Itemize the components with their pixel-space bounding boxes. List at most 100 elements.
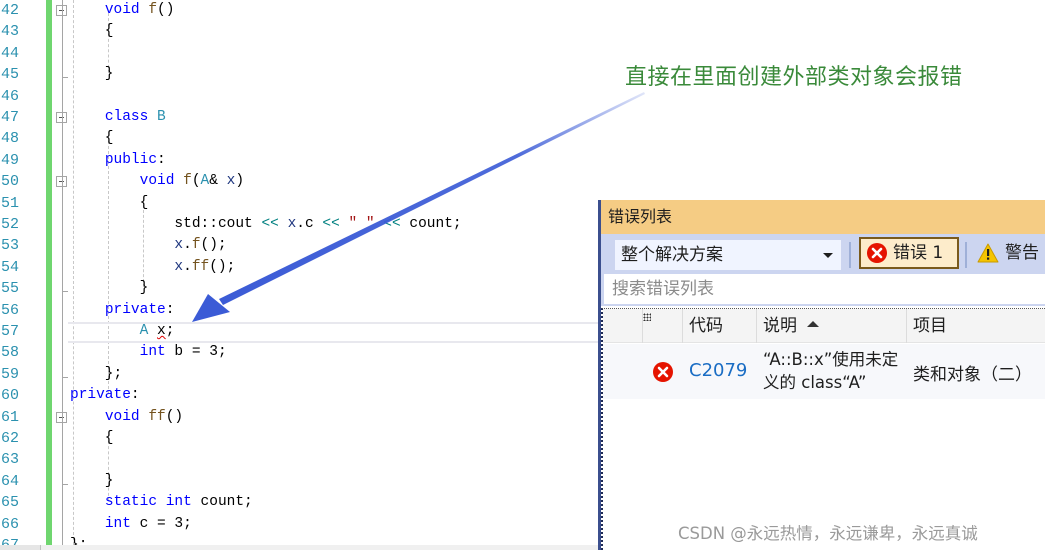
code-line[interactable]: void ff() (70, 407, 183, 428)
code-token: void (139, 173, 175, 190)
code-token: c = 3; (130, 515, 192, 532)
code-token: count; (400, 216, 462, 232)
scrollbar-thumb[interactable] (40, 545, 598, 550)
scope-dropdown[interactable]: 整个解决方案 (615, 240, 841, 270)
search-error-list-input[interactable]: 搜索错误列表 (601, 274, 1045, 306)
error-icon (653, 362, 673, 382)
code-line[interactable]: { (70, 193, 149, 214)
code-token: A (200, 173, 210, 190)
code-token: void (104, 408, 140, 425)
code-token: } (70, 472, 114, 489)
code-token: b = 3; (165, 344, 227, 361)
line-number: 44 (1, 44, 20, 62)
header-description[interactable]: 说明 (757, 309, 907, 343)
code-line[interactable]: public: (70, 150, 166, 171)
horizontal-scrollbar[interactable] (0, 545, 598, 550)
code-line[interactable]: int c = 3; (70, 514, 192, 535)
header-description-label: 说明 (763, 316, 797, 336)
header-severity-col[interactable] (603, 309, 643, 343)
description-line-2: 义的 class“A” (763, 373, 867, 392)
code-token: : (165, 301, 175, 318)
code-token: public (104, 151, 158, 168)
code-token: () (165, 408, 184, 425)
code-token: ff (191, 258, 210, 275)
warning-icon (977, 243, 999, 263)
warnings-filter-toggle[interactable]: 警告 (975, 237, 1039, 269)
code-line[interactable]: x.f(); (70, 235, 226, 256)
line-number: 55 (1, 280, 20, 298)
code-line[interactable]: A x; (70, 321, 175, 342)
annotation-label: 直接在里面创建外部类对象会报错 (625, 65, 963, 90)
code-line[interactable]: static int count; (70, 492, 253, 513)
change-tracking-bar (46, 0, 52, 550)
code-line[interactable]: x.ff(); (70, 257, 235, 278)
error-row[interactable]: C2079 “A::B::x”使用未定 义的 class“A” 类和对象（二） (603, 344, 1045, 399)
panel-title: 错误列表 (601, 200, 1045, 234)
line-number: 56 (1, 301, 20, 319)
code-line[interactable]: private: (70, 300, 175, 321)
code-line[interactable]: } (70, 471, 114, 492)
code-token: B (157, 109, 166, 125)
errors-filter-toggle[interactable]: 错误 1 (859, 237, 959, 269)
line-number: 49 (1, 151, 20, 169)
error-code-link[interactable]: C2079 (689, 360, 747, 381)
code-token: cout (217, 216, 253, 232)
code-token: : (157, 151, 166, 168)
code-line[interactable]: private: (70, 385, 140, 406)
code-token: f (191, 237, 201, 254)
code-line[interactable]: } (70, 64, 114, 85)
code-line[interactable]: void f(A& x) (70, 171, 244, 192)
line-number: 58 (1, 344, 20, 362)
header-filter-col[interactable] (643, 309, 683, 343)
watermark: CSDN @永远热情，永远谦卑，永远真诚 (678, 524, 978, 543)
code-token: static (104, 494, 158, 511)
code-line[interactable]: int b = 3; (70, 342, 227, 363)
header-code[interactable]: 代码 (683, 309, 757, 343)
code-line[interactable]: class B (70, 107, 166, 128)
line-number: 54 (1, 258, 20, 276)
outline-connector (62, 0, 63, 550)
line-number: 51 (1, 194, 20, 212)
code-line[interactable]: void f() (70, 0, 175, 21)
code-token: << (322, 216, 340, 232)
code-token: } (70, 66, 114, 83)
error-list-panel: 错误列表 整个解决方案 错误 1 警告 搜索错误列表 代码 说明 项目 C207… (598, 200, 1045, 550)
code-token: private (70, 387, 131, 404)
grid-header: 代码 说明 项目 (603, 309, 1045, 343)
line-number: 53 (1, 237, 20, 255)
header-project[interactable]: 项目 (907, 309, 1045, 343)
code-token: { (70, 194, 149, 211)
code-line[interactable]: { (70, 428, 114, 449)
error-list-toolbar: 整个解决方案 错误 1 警告 (601, 234, 1045, 274)
code-line[interactable]: }; (70, 364, 122, 385)
code-token: private (104, 301, 166, 318)
code-token: f (183, 173, 192, 190)
code-token: { (70, 23, 114, 40)
line-number: 46 (1, 87, 20, 105)
code-token: void (104, 2, 140, 18)
line-number: 66 (1, 515, 20, 533)
line-number: 48 (1, 130, 20, 148)
code-token: " " (348, 216, 375, 232)
code-token: () (157, 2, 175, 18)
chevron-down-icon (823, 253, 833, 258)
line-number: 65 (1, 494, 20, 512)
code-token: ( (191, 173, 201, 190)
code-line[interactable]: } (70, 278, 149, 299)
code-line[interactable]: { (70, 128, 114, 149)
code-token: { (70, 430, 114, 446)
warnings-label: 警告 (1005, 243, 1039, 263)
line-number: 43 (1, 23, 20, 41)
code-token: . (183, 237, 192, 254)
code-line[interactable]: { (70, 21, 114, 42)
code-line[interactable]: std::cout << x.c << " " << count; (70, 214, 462, 235)
code-token: ff (148, 408, 166, 425)
